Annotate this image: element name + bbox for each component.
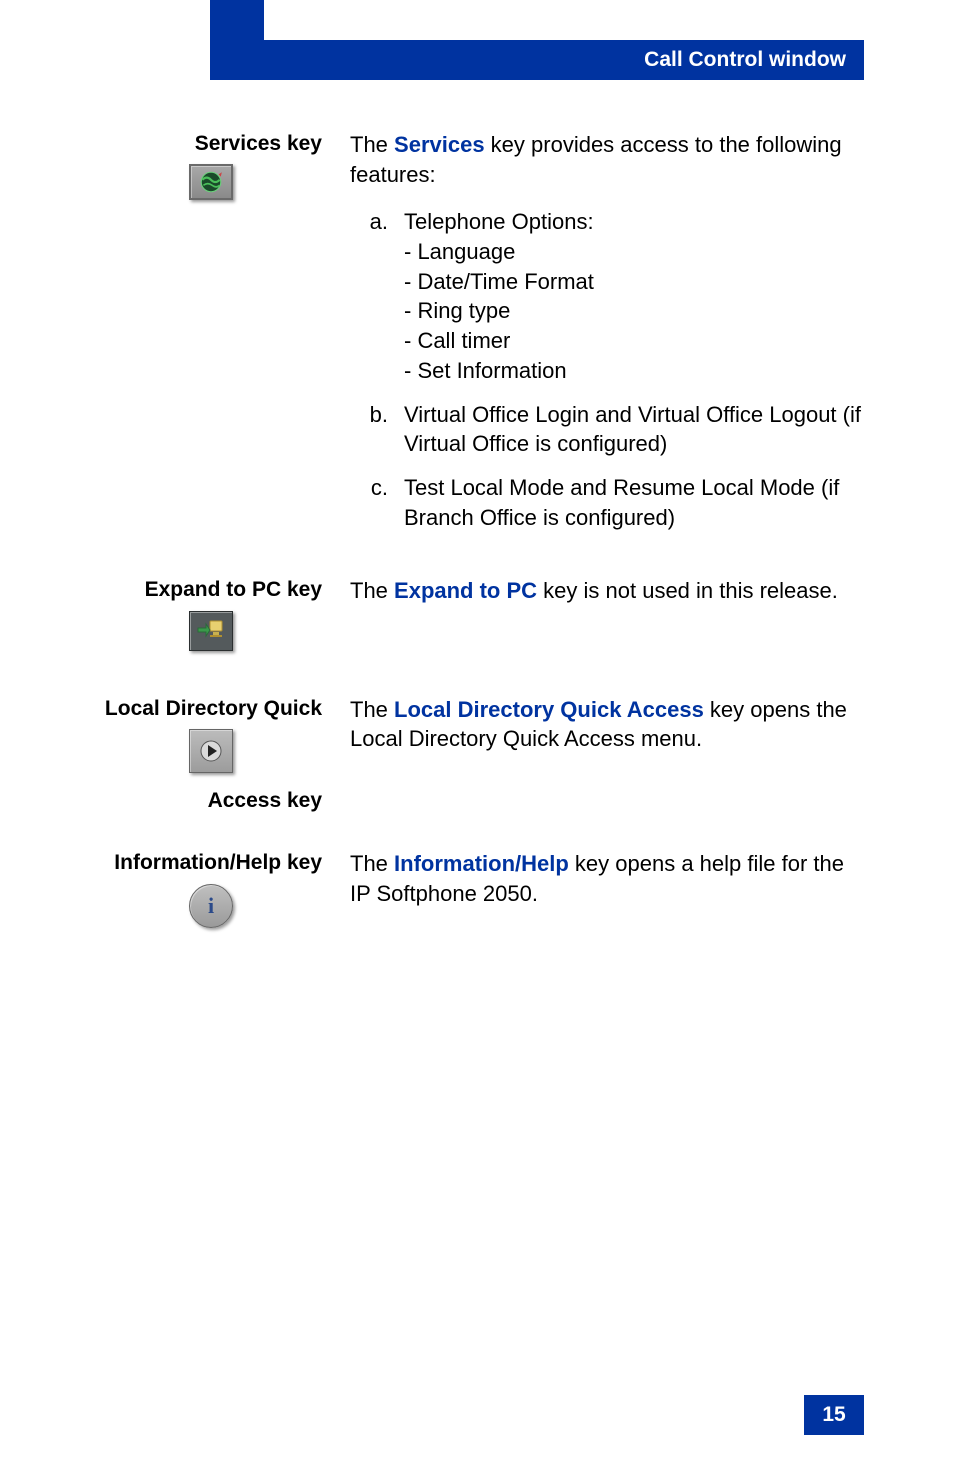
list-item: b. Virtual Office Login and Virtual Offi… xyxy=(350,400,864,459)
directory-text: The Local Directory Quick Access key ope… xyxy=(350,695,864,754)
section-services: Services key The Services key provides a… xyxy=(100,130,864,546)
sub-option: - Date/Time Format xyxy=(404,267,864,297)
expand-pc-icon xyxy=(189,611,233,651)
telephone-options-lead: Telephone Options: xyxy=(404,207,864,237)
sub-option: - Language xyxy=(404,237,864,267)
services-term: Services xyxy=(394,132,485,157)
section-help: Information/Help key i The Information/H… xyxy=(100,849,864,927)
text-fragment: The xyxy=(350,578,394,603)
help-label: Information/Help key xyxy=(100,849,322,877)
page-number: 15 xyxy=(804,1395,864,1435)
text-fragment: The xyxy=(350,697,394,722)
sub-option: - Set Information xyxy=(404,356,864,386)
list-marker-a: a. xyxy=(350,207,404,385)
directory-label-line1: Local Directory Quick xyxy=(100,695,322,723)
section-directory: Local Directory Quick Access key The Loc… xyxy=(100,695,864,816)
globe-icon xyxy=(189,164,233,200)
text-fragment: key is not used in this release. xyxy=(537,578,838,603)
expand-text: The Expand to PC key is not used in this… xyxy=(350,576,864,606)
directory-term: Local Directory Quick Access xyxy=(394,697,704,722)
sub-option: - Call timer xyxy=(404,326,864,356)
info-icon: i xyxy=(189,884,233,928)
page-number-value: 15 xyxy=(822,1403,845,1427)
directory-label-line2: Access key xyxy=(100,787,322,815)
sub-option: - Ring type xyxy=(404,296,864,326)
services-label: Services key xyxy=(100,130,322,158)
text-fragment: The xyxy=(350,132,394,157)
help-text: The Information/Help key opens a help fi… xyxy=(350,849,864,908)
header-accent-bar xyxy=(210,0,264,80)
list-marker-b: b. xyxy=(350,400,404,459)
text-fragment: The xyxy=(350,851,394,876)
section-expand: Expand to PC key The Expand to PC key is… xyxy=(100,576,864,650)
list-marker-c: c. xyxy=(350,473,404,532)
help-term: Information/Help xyxy=(394,851,569,876)
expand-term: Expand to PC xyxy=(394,578,537,603)
services-intro: The Services key provides access to the … xyxy=(350,130,864,189)
list-text-c: Test Local Mode and Resume Local Mode (i… xyxy=(404,473,864,532)
play-arrow-icon xyxy=(189,729,233,773)
expand-label: Expand to PC key xyxy=(100,576,322,604)
list-item: c. Test Local Mode and Resume Local Mode… xyxy=(350,473,864,532)
list-text-b: Virtual Office Login and Virtual Office … xyxy=(404,400,864,459)
list-item: a. Telephone Options: - Language - Date/… xyxy=(350,207,864,385)
page-header-title: Call Control window xyxy=(644,48,846,72)
page-header: Call Control window xyxy=(264,40,864,80)
